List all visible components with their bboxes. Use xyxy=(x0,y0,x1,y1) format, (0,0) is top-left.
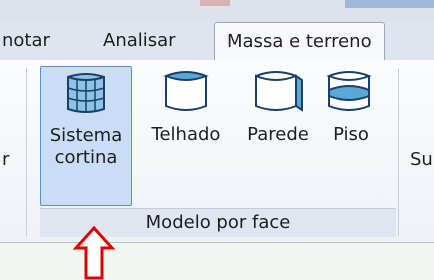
button-label-line1: Sistema xyxy=(49,125,123,146)
wall-button[interactable]: Parede xyxy=(238,66,318,206)
tab-analisar[interactable]: Analisar xyxy=(103,22,176,60)
curtain-system-button[interactable]: Sistema cortina xyxy=(40,66,132,206)
roof-button[interactable]: Telhado xyxy=(138,66,234,206)
button-label: Telhado xyxy=(151,124,221,145)
roof-icon xyxy=(163,71,209,111)
tab-notar[interactable]: notar xyxy=(2,22,50,60)
button-label: Parede xyxy=(247,124,309,145)
curtain-system-icon xyxy=(67,73,105,113)
button-label: Piso xyxy=(333,124,369,145)
tab-massa-e-terreno[interactable]: Massa e terreno xyxy=(214,22,385,61)
ribbon-panel: r Sistema cortina Telhado Parede Piso Su… xyxy=(0,60,434,243)
panel-separator xyxy=(398,68,399,236)
window-top-strip xyxy=(0,0,434,22)
red-arrow-icon xyxy=(72,226,116,280)
button-label-line2: cortina xyxy=(54,147,118,168)
floor-icon xyxy=(326,71,372,111)
top-strip-segment xyxy=(200,0,230,6)
top-strip-segment xyxy=(345,0,434,8)
clipped-button-label[interactable]: r xyxy=(2,149,9,171)
ribbon-tab-row: notar Analisar Massa e terreno xyxy=(0,22,434,61)
floor-button[interactable]: Piso xyxy=(318,66,384,206)
clipped-button-label[interactable]: Su xyxy=(410,149,433,171)
wall-icon xyxy=(255,71,303,112)
panel-separator xyxy=(26,68,27,236)
